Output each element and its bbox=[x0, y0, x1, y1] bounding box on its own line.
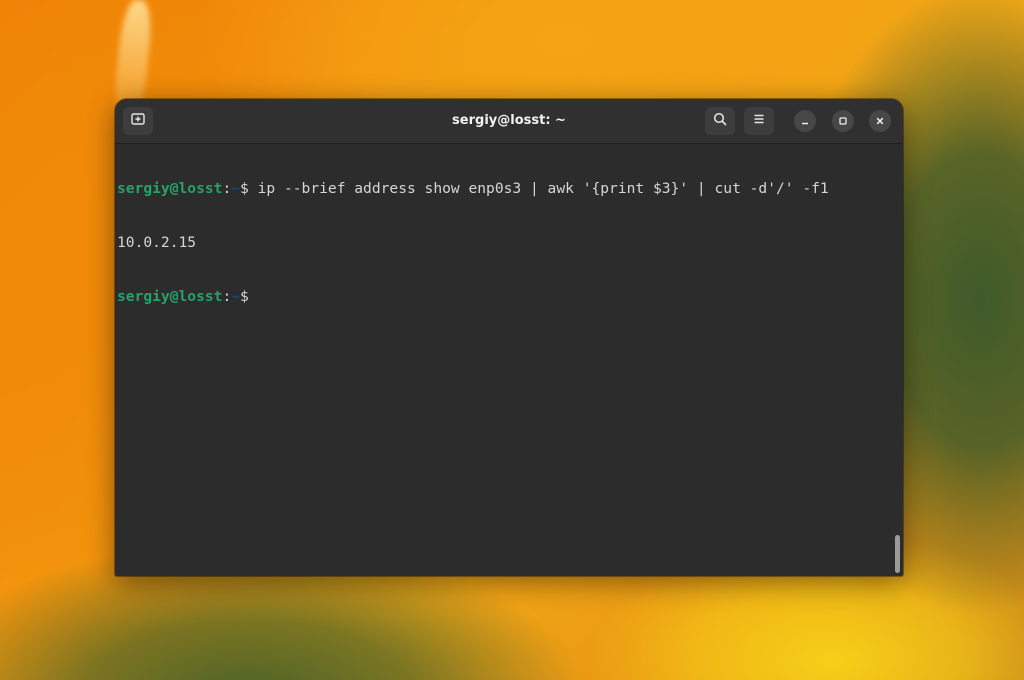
header-bar: sergiy@losst: ~ bbox=[115, 99, 903, 144]
search-icon bbox=[712, 111, 728, 131]
prompt-symbol: $ bbox=[240, 180, 249, 197]
prompt-path: ~ bbox=[231, 180, 241, 197]
terminal-window: sergiy@losst: ~ sergiy@losst:~$ ip --bri… bbox=[115, 99, 903, 576]
terminal-output-area[interactable]: sergiy@losst:~$ ip --brief address show … bbox=[117, 144, 887, 574]
new-tab-button[interactable] bbox=[123, 107, 153, 135]
prompt-symbol: $ bbox=[240, 288, 249, 305]
window-title: sergiy@losst: ~ bbox=[452, 113, 566, 128]
command-text bbox=[249, 288, 258, 305]
prompt-path: ~ bbox=[231, 288, 241, 305]
command-text: ip --brief address show enp0s3 | awk '{p… bbox=[248, 180, 829, 197]
prompt-user-host: sergiy@losst bbox=[117, 180, 223, 197]
close-icon bbox=[874, 112, 886, 131]
maximize-icon bbox=[837, 112, 849, 131]
prompt-separator: : bbox=[222, 180, 232, 197]
terminal-line: 10.0.2.15 bbox=[117, 234, 887, 252]
search-button[interactable] bbox=[705, 107, 735, 135]
command-output: 10.0.2.15 bbox=[117, 234, 197, 251]
prompt-user-host: sergiy@losst bbox=[117, 288, 223, 305]
terminal-line: sergiy@losst:~$ ip --brief address show … bbox=[117, 180, 887, 198]
close-button[interactable] bbox=[869, 110, 891, 132]
hamburger-menu-icon bbox=[751, 111, 767, 131]
maximize-button[interactable] bbox=[832, 110, 854, 132]
prompt-separator: : bbox=[222, 288, 232, 305]
new-tab-icon bbox=[130, 111, 146, 131]
terminal-line: sergiy@losst:~$ bbox=[117, 288, 887, 306]
menu-button[interactable] bbox=[744, 107, 774, 135]
minimize-button[interactable] bbox=[794, 110, 816, 132]
minimize-icon bbox=[799, 112, 811, 131]
scrollbar[interactable] bbox=[895, 535, 900, 573]
